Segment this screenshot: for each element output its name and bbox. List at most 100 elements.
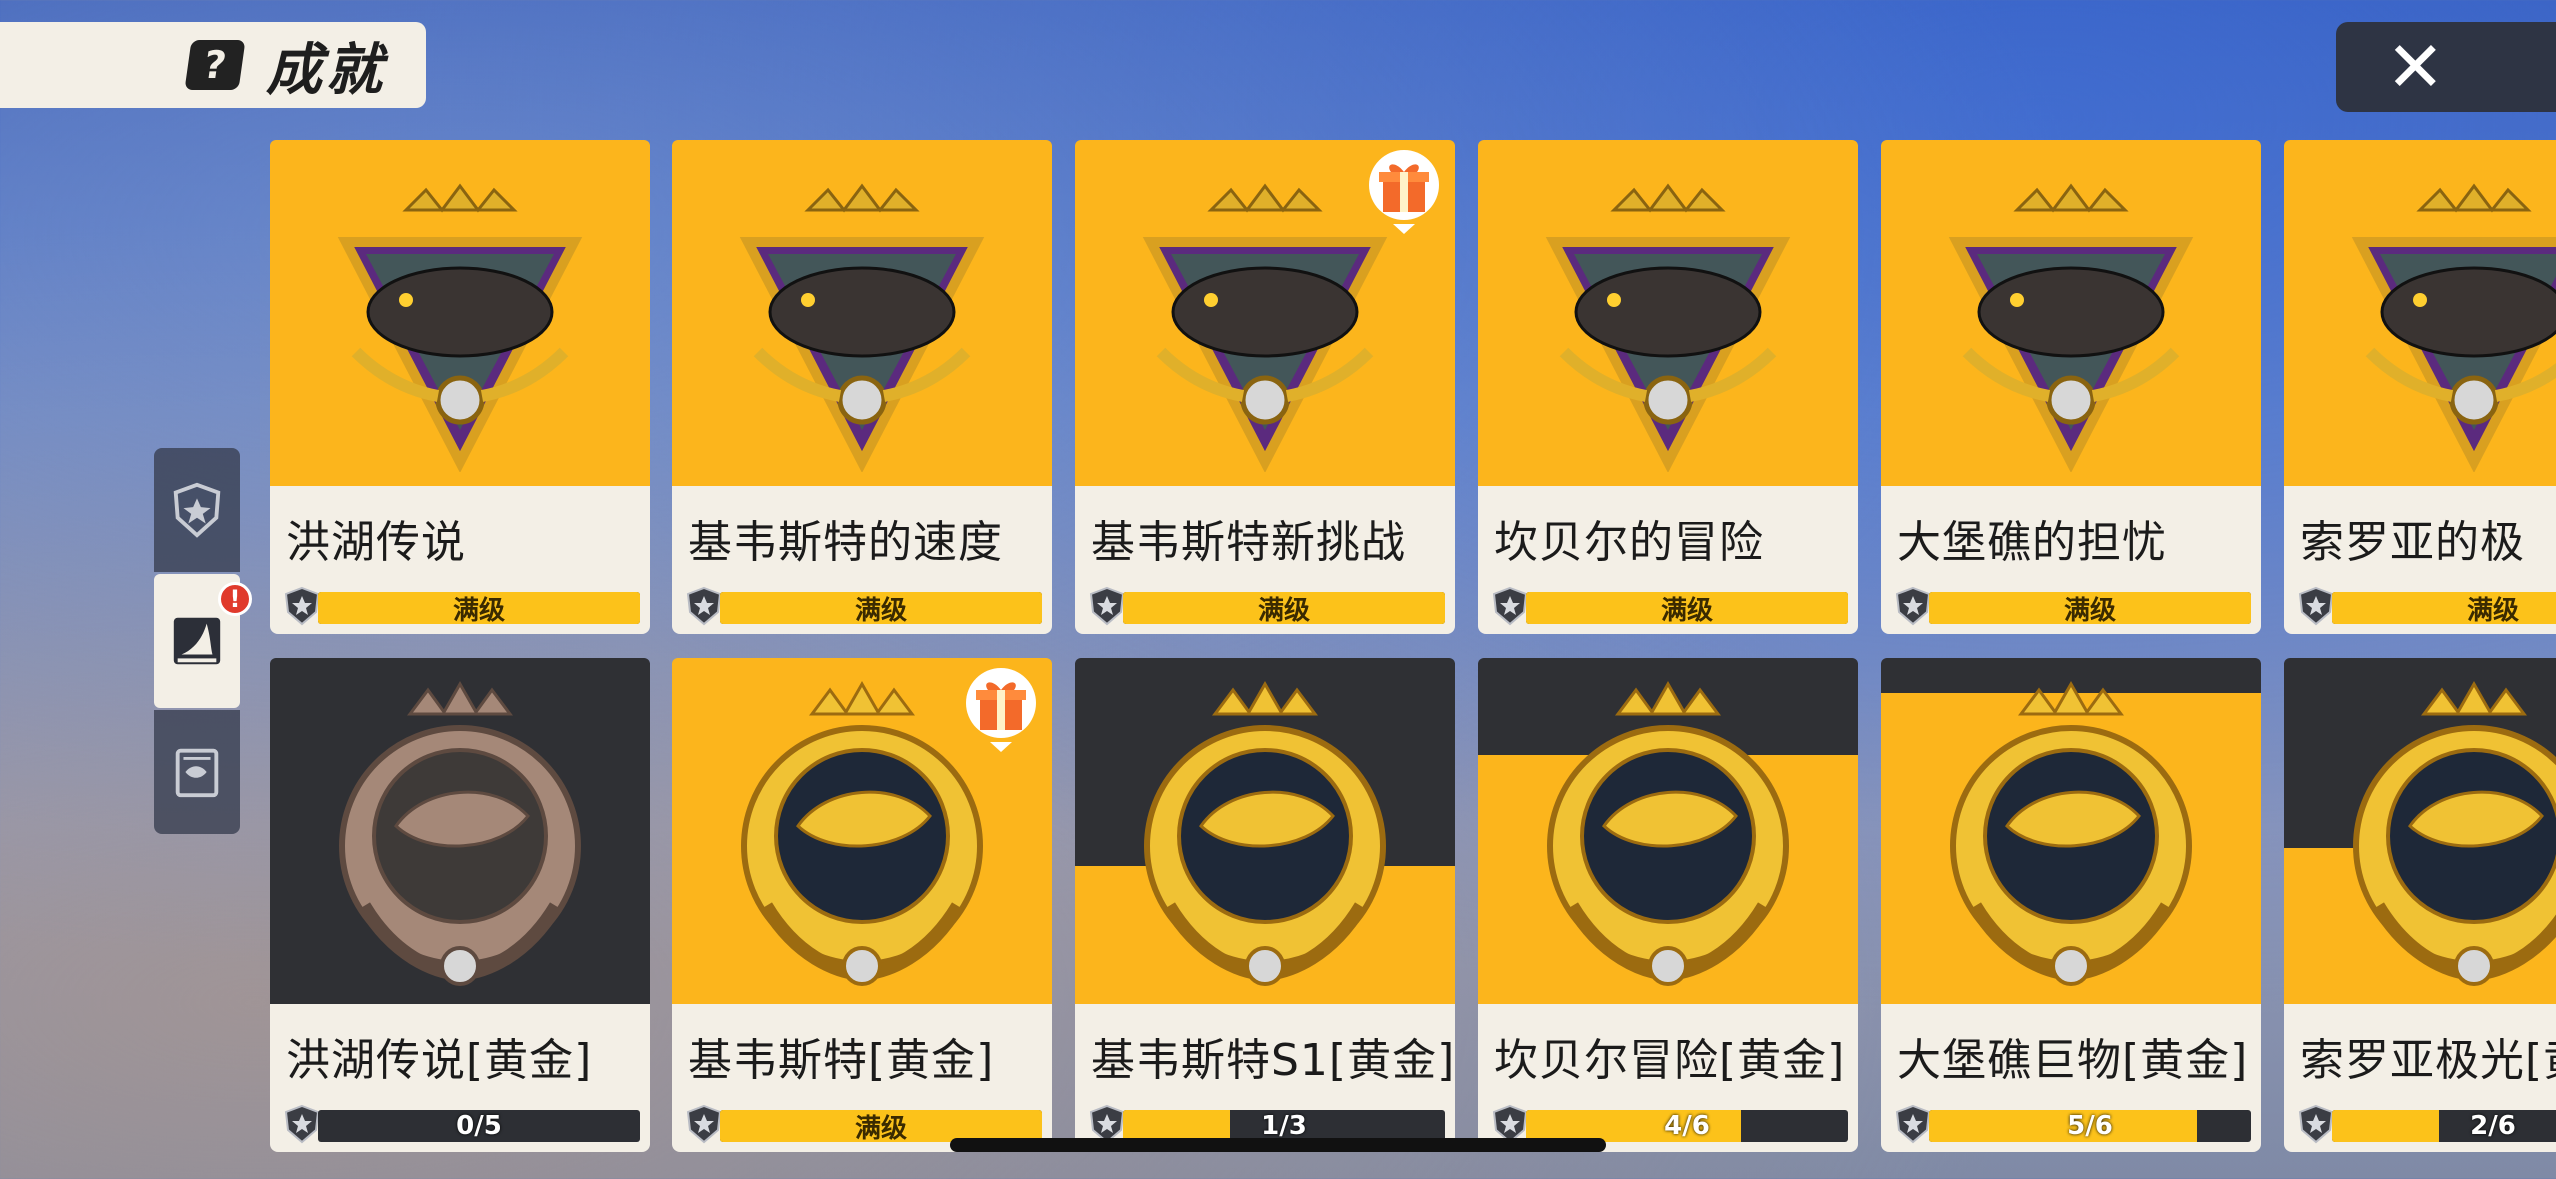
rank-badge-icon — [686, 1104, 722, 1144]
emblem-frame — [337, 183, 583, 472]
achievement-name: 坎贝尔的冒险 — [1494, 517, 1764, 568]
progress-bar: 5/6 — [1929, 1110, 2251, 1142]
achievement-name: 索罗亚极光[黄 — [2300, 1035, 2556, 1086]
rank-badge-icon — [1895, 586, 1931, 626]
card-info: 大堡礁巨物[黄金] 5/6 — [1881, 1004, 2261, 1152]
card-artwork — [672, 658, 1052, 1004]
tab-honors[interactable] — [154, 448, 240, 572]
achievement-card[interactable]: 索罗亚极光[黄 2/6 — [2284, 658, 2556, 1152]
medal-emblem — [1950, 680, 2192, 986]
tab-records[interactable] — [154, 710, 240, 834]
rank-badge-icon — [686, 586, 722, 626]
card-artwork — [270, 658, 650, 1004]
achievement-card[interactable]: 坎贝尔冒险[黄金] 4/6 — [1478, 658, 1858, 1152]
emblem-frame — [1545, 183, 1791, 472]
card-info: 索罗亚极光[黄 2/6 — [2284, 1004, 2556, 1152]
help-icon[interactable]: ? — [184, 40, 246, 90]
achievement-card[interactable]: 坎贝尔的冒险 满级 — [1478, 140, 1858, 634]
achievement-name: 基韦斯特S1[黄金] — [1091, 1035, 1456, 1086]
emblem-frame — [739, 183, 985, 472]
page-title: 成就 — [266, 37, 386, 103]
progress-bar: 满级 — [1526, 592, 1848, 624]
achievement-name: 基韦斯特[黄金] — [688, 1035, 995, 1086]
close-button[interactable]: ✕ — [2336, 22, 2556, 112]
achievement-card[interactable]: 基韦斯特S1[黄金] 1/3 — [1075, 658, 1455, 1152]
rank-badge-icon — [1089, 586, 1125, 626]
home-indicator — [950, 1138, 1606, 1152]
tab-fish-achievements[interactable]: ! — [154, 574, 252, 708]
emblem-frame — [1142, 183, 1388, 472]
rank-badge-icon — [2298, 586, 2334, 626]
medal-emblem — [2353, 680, 2556, 986]
card-artwork — [1075, 140, 1455, 486]
emblem-frame — [2351, 183, 2556, 472]
rank-badge-icon — [284, 1104, 320, 1144]
rank-badge-icon — [1895, 1104, 1931, 1144]
progress-label: 2/6 — [2470, 1111, 2516, 1141]
card-artwork — [1478, 140, 1858, 486]
achievement-card[interactable]: 大堡礁巨物[黄金] 5/6 — [1881, 658, 2261, 1152]
card-artwork — [2284, 140, 2556, 486]
alert-badge: ! — [218, 582, 252, 616]
progress-label: 满级 — [2466, 595, 2519, 625]
shield-star-icon — [173, 482, 221, 538]
achievement-card[interactable]: 索罗亚的极 满级 — [2284, 140, 2556, 634]
achievement-card[interactable]: 洪湖传说 满级 — [270, 140, 650, 634]
card-artwork — [1881, 658, 2261, 1004]
card-info: 基韦斯特新挑战 满级 — [1075, 486, 1455, 634]
card-artwork — [1881, 140, 2261, 486]
progress-bar: 满级 — [720, 592, 1042, 624]
shark-fin-icon — [173, 617, 221, 665]
card-artwork — [1478, 658, 1858, 1004]
card-info: 索罗亚的极 满级 — [2284, 486, 2556, 634]
achievement-card[interactable]: 基韦斯特的速度 满级 — [672, 140, 1052, 634]
medal-emblem — [1144, 680, 1386, 986]
medal-emblem — [1547, 680, 1789, 986]
progress-bar: 满级 — [318, 592, 640, 624]
medal-emblem — [339, 680, 581, 986]
emblem-frame — [1948, 183, 2194, 472]
card-info: 基韦斯特S1[黄金] 1/3 — [1075, 1004, 1455, 1152]
card-artwork — [1075, 658, 1455, 1004]
card-artwork — [672, 140, 1052, 486]
achievement-name: 洪湖传说 — [286, 517, 466, 568]
card-info: 坎贝尔冒险[黄金] 4/6 — [1478, 1004, 1858, 1152]
achievement-name: 基韦斯特的速度 — [688, 517, 1003, 568]
close-icon: ✕ — [2386, 26, 2445, 108]
progress-bar: 满级 — [2332, 592, 2556, 624]
gift-icon[interactable] — [964, 666, 1038, 752]
progress-label: 0/5 — [456, 1111, 502, 1141]
achievement-name: 大堡礁巨物[黄金] — [1897, 1035, 2249, 1086]
card-info: 洪湖传说[黄金] 0/5 — [270, 1004, 650, 1152]
card-info: 基韦斯特[黄金] 满级 — [672, 1004, 1052, 1152]
achievement-name: 坎贝尔冒险[黄金] — [1494, 1035, 1846, 1086]
side-tab-bar: ! — [154, 448, 252, 834]
card-artwork — [270, 140, 650, 486]
progress-bar: 0/5 — [318, 1110, 640, 1142]
card-info: 基韦斯特的速度 满级 — [672, 486, 1052, 634]
achievement-card[interactable]: 基韦斯特[黄金] 满级 — [672, 658, 1052, 1152]
card-info: 坎贝尔的冒险 满级 — [1478, 486, 1858, 634]
achievement-name: 洪湖传说[黄金] — [286, 1035, 593, 1086]
card-artwork — [2284, 658, 2556, 1004]
progress-label: 满级 — [452, 595, 505, 625]
notebook-fish-icon — [175, 748, 219, 798]
achievement-card[interactable]: 大堡礁的担忧 满级 — [1881, 140, 2261, 634]
title-bar: ? 成就 — [0, 22, 426, 108]
gift-icon[interactable] — [1367, 148, 1441, 234]
achievement-name: 大堡礁的担忧 — [1897, 517, 2167, 568]
achievement-name: 基韦斯特新挑战 — [1091, 517, 1406, 568]
rank-badge-icon — [2298, 1104, 2334, 1144]
rank-badge-icon — [1492, 586, 1528, 626]
progress-label: 满级 — [1660, 595, 1713, 625]
progress-bar: 满级 — [1929, 592, 2251, 624]
progress-label: 满级 — [854, 595, 907, 625]
progress-bar: 满级 — [1123, 592, 1445, 624]
achievement-card[interactable]: 基韦斯特新挑战 满级 — [1075, 140, 1455, 634]
rank-badge-icon — [284, 586, 320, 626]
progress-label: 满级 — [1257, 595, 1310, 625]
achievement-card[interactable]: 洪湖传说[黄金] 0/5 — [270, 658, 650, 1152]
progress-label: 满级 — [2063, 595, 2116, 625]
progress-label: 5/6 — [2067, 1111, 2113, 1141]
achievement-name: 索罗亚的极 — [2300, 517, 2525, 568]
